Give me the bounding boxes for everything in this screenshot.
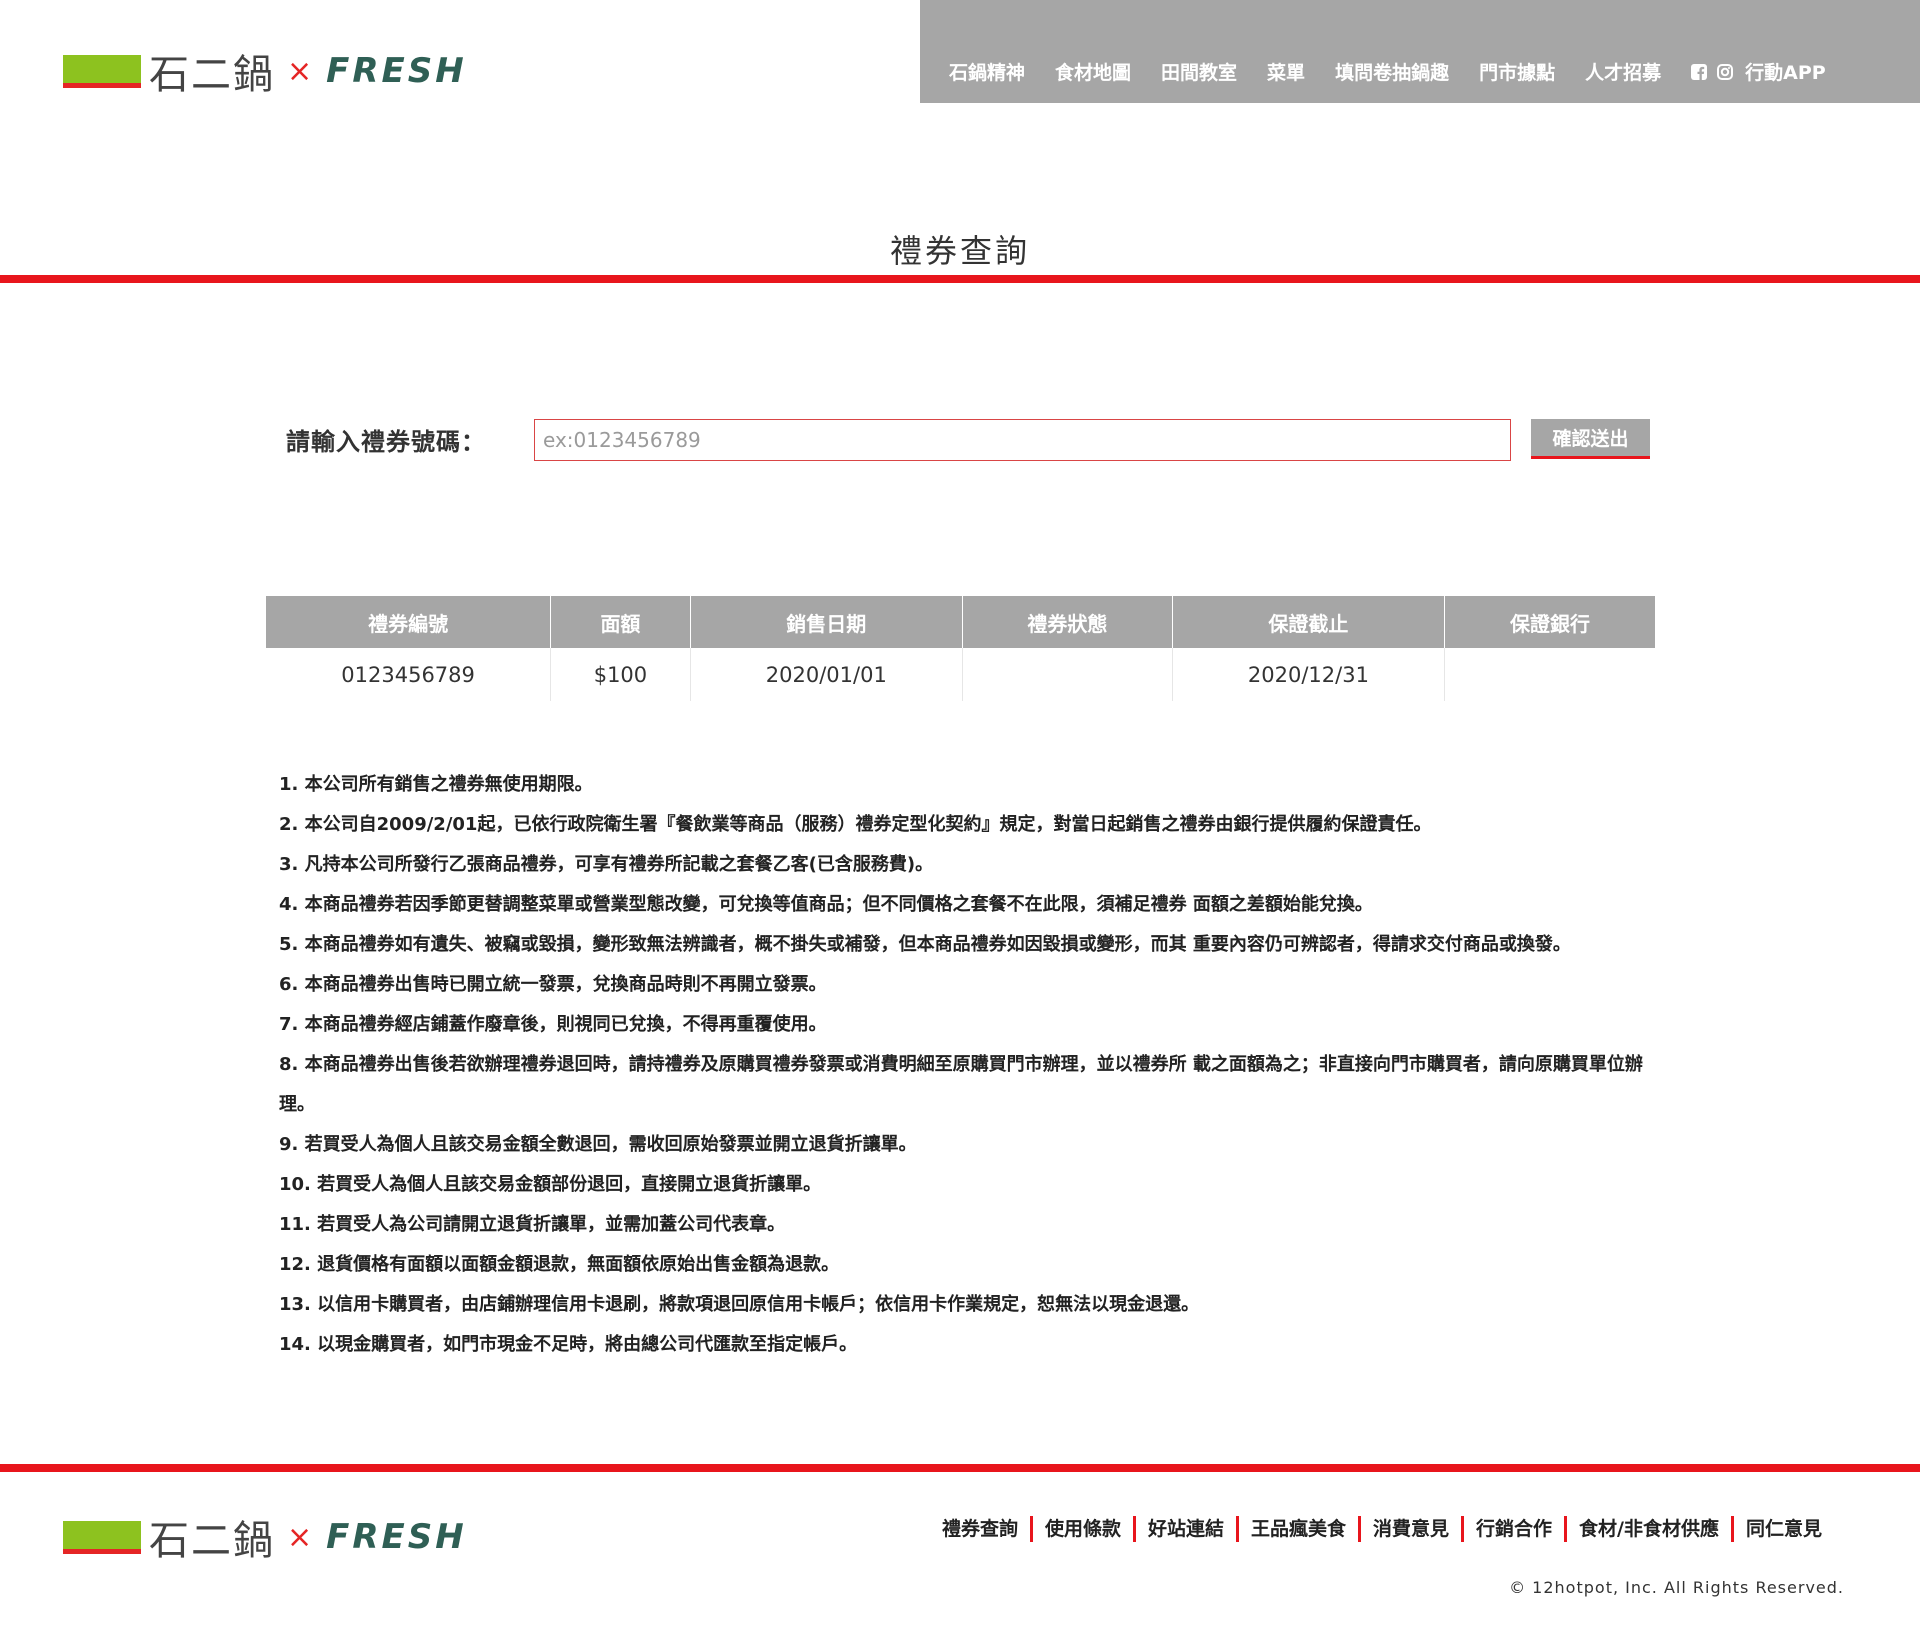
list-item: 13. 以信用卡購買者，由店鋪辦理信用卡退刷，將款項退回原信用卡帳戶；依信用卡作… (279, 1294, 1200, 1315)
nav-item-recruit[interactable]: 人才招募 (1585, 58, 1661, 85)
list-item: 14. 以現金購買者，如門市現金不足時，將由總公司代匯款至指定帳戶。 (279, 1334, 858, 1355)
list-item: 2. 本公司自2009/2/01起，已依行政院衛生署『餐飲業等商品（服務）禮券定… (279, 814, 1432, 835)
list-item: 10. 若買受人為個人且該交易金額部份退回，直接開立退貨折讓單。 (279, 1174, 822, 1195)
logo-fresh: FRESH (326, 1517, 467, 1557)
main-nav: 石鍋精神 食材地圖 田間教室 菜單 填問卷抽鍋趣 門市據點 人才招募 行動APP (949, 58, 1826, 85)
logo-mark (63, 54, 141, 88)
instagram-icon[interactable] (1717, 63, 1734, 80)
terms-list: 1. 本公司所有銷售之禮券無使用期限。 2. 本公司自2009/2/01起，已依… (279, 765, 1659, 1365)
cell-sale-date: 2020/01/01 (690, 648, 963, 701)
list-item: 6. 本商品禮券出售時已開立統一發票，兌換商品時則不再開立發票。 (279, 974, 827, 995)
footer-link-wowprime[interactable]: 王品瘋美食 (1235, 1516, 1358, 1542)
list-item: 5. 本商品禮券如有遺失、被竊或毀損，變形致無法辨識者，概不掛失或補發，但本商品… (279, 934, 1571, 955)
col-guarantee-bank: 保證銀行 (1444, 596, 1655, 648)
list-item: 9. 若買受人為個人且該交易金額全數退回，需收回原始發票並開立退貨折讓單。 (279, 1134, 917, 1155)
footer-divider (0, 1464, 1920, 1472)
footer-link-voucher[interactable]: 禮券查詢 (930, 1516, 1030, 1542)
cell-face-value: $100 (550, 648, 691, 701)
list-item: 1. 本公司所有銷售之禮券無使用期限。 (279, 774, 593, 795)
nav-item-spirit[interactable]: 石鍋精神 (949, 58, 1025, 85)
nav-item-menu[interactable]: 菜單 (1267, 58, 1305, 85)
list-item: 3. 凡持本公司所發行乙張商品禮券，可享有禮券所記載之套餐乙客(已含服務費)。 (279, 854, 934, 875)
footer-link-marketing[interactable]: 行銷合作 (1461, 1516, 1564, 1542)
nav-item-app[interactable]: 行動APP (1745, 58, 1826, 85)
nav-item-field-class[interactable]: 田間教室 (1161, 58, 1237, 85)
cell-voucher-status (962, 648, 1173, 701)
cell-voucher-number: 0123456789 (266, 648, 552, 701)
logo-x: × (287, 53, 313, 89)
logo-name: 石二鍋 (149, 52, 275, 98)
logo-name: 石二鍋 (149, 1518, 275, 1564)
title-divider (0, 275, 1920, 283)
voucher-number-input[interactable] (534, 419, 1511, 461)
brand-logo[interactable]: 石二鍋 × FRESH (63, 42, 467, 100)
nav-item-survey[interactable]: 填問卷抽鍋趣 (1335, 58, 1449, 85)
facebook-icon[interactable] (1691, 63, 1708, 80)
voucher-number-label: 請輸入禮券號碼： (286, 428, 486, 456)
cell-guarantee-expiry: 2020/12/31 (1172, 648, 1446, 701)
nav-item-food-map[interactable]: 食材地圖 (1055, 58, 1131, 85)
list-item: 12. 退貨價格有面額以面額金額退款，無面額依原始出售金額為退款。 (279, 1254, 840, 1275)
footer-nav: 禮券查詢 使用條款 好站連結 王品瘋美食 消費意見 行銷合作 食材/非食材供應 … (930, 1516, 1834, 1542)
table-row: 0123456789 $100 2020/01/01 2020/12/31 (266, 648, 1655, 701)
copyright-text: © 12hotpot, Inc. All Rights Reserved. (1509, 1578, 1844, 1597)
logo-x: × (287, 1519, 313, 1555)
table-header-row: 禮券編號 面額 銷售日期 禮券狀態 保證截止 保證銀行 (266, 596, 1655, 648)
nav-item-stores[interactable]: 門市據點 (1479, 58, 1555, 85)
col-voucher-status: 禮券狀態 (962, 596, 1173, 648)
voucher-result-table: 禮券編號 面額 銷售日期 禮券狀態 保證截止 保證銀行 0123456789 $… (266, 596, 1655, 701)
footer-link-feedback[interactable]: 消費意見 (1358, 1516, 1461, 1542)
list-item: 8. 本商品禮券出售後若欲辦理禮券退回時，請持禮券及原購買禮券發票或消費明細至原… (279, 1054, 1643, 1115)
logo-mark (63, 1520, 141, 1554)
col-face-value: 面額 (550, 596, 691, 648)
submit-button[interactable]: 確認送出 (1531, 419, 1650, 459)
list-item: 7. 本商品禮券經店鋪蓋作廢章後，則視同已兌換，不得再重覆使用。 (279, 1014, 827, 1035)
cell-guarantee-bank (1445, 648, 1656, 701)
col-sale-date: 銷售日期 (690, 596, 963, 648)
footer-link-supply[interactable]: 食材/非食材供應 (1564, 1516, 1731, 1542)
list-item: 11. 若買受人為公司請開立退貨折讓單，並需加蓋公司代表章。 (279, 1214, 786, 1235)
col-guarantee-expiry: 保證截止 (1172, 596, 1446, 648)
list-item: 4. 本商品禮券若因季節更替調整菜單或營業型態改變，可兌換等值商品；但不同價格之… (279, 894, 1373, 915)
top-nav-bar: 石鍋精神 食材地圖 田間教室 菜單 填問卷抽鍋趣 門市據點 人才招募 行動APP (920, 0, 1920, 103)
logo-fresh: FRESH (326, 51, 467, 91)
footer-link-sites[interactable]: 好站連結 (1132, 1516, 1236, 1542)
footer-link-staff[interactable]: 同仁意見 (1730, 1516, 1834, 1542)
footer-link-terms[interactable]: 使用條款 (1029, 1516, 1133, 1542)
col-voucher-number: 禮券編號 (266, 596, 552, 648)
page-title: 禮券查詢 (889, 232, 1030, 270)
footer-logo[interactable]: 石二鍋 × FRESH (63, 1508, 467, 1566)
